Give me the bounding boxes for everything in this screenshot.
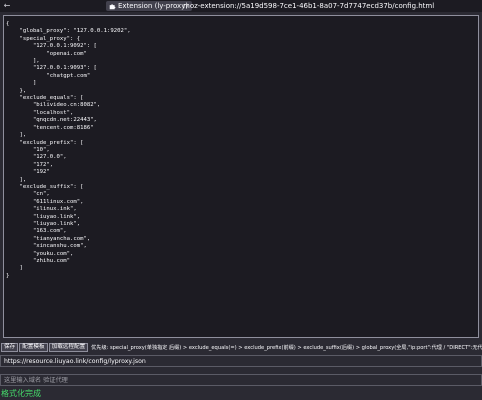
remote-url-row [0, 355, 482, 367]
back-arrow-icon[interactable]: ← [2, 1, 12, 11]
save-button[interactable]: 保存 [1, 342, 19, 352]
puzzle-piece-icon [108, 2, 116, 10]
config-editor[interactable]: { "global_proxy": "127.0.0.1:9202", "spe… [3, 15, 479, 338]
action-toolbar: 保存 配置模板 加载远程配置 优先级: special_proxy(单独指定 后… [0, 342, 482, 352]
extension-identity-label: Extension (ly-proxy) [118, 2, 189, 10]
load-remote-config-button[interactable]: 加载远程配置 [48, 342, 89, 352]
domain-check-row [0, 374, 482, 386]
status-message: 格式化完成 [1, 389, 41, 398]
address-bar-url[interactable]: moz-extension://5a19d598-7ce1-46b1-8a07-… [183, 0, 434, 12]
config-template-button[interactable]: 配置模板 [19, 342, 48, 352]
domain-check-input[interactable] [0, 374, 482, 386]
priority-description: 优先级: special_proxy(单独指定 后缀) > exclude_eq… [91, 344, 482, 351]
browser-url-bar: ← Extension (ly-proxy) moz-extension://5… [0, 0, 482, 12]
extension-identity-badge[interactable]: Extension (ly-proxy) [106, 1, 193, 11]
remote-url-input[interactable] [0, 355, 482, 367]
config-json-text[interactable]: { "global_proxy": "127.0.0.1:9202", "spe… [4, 16, 478, 280]
